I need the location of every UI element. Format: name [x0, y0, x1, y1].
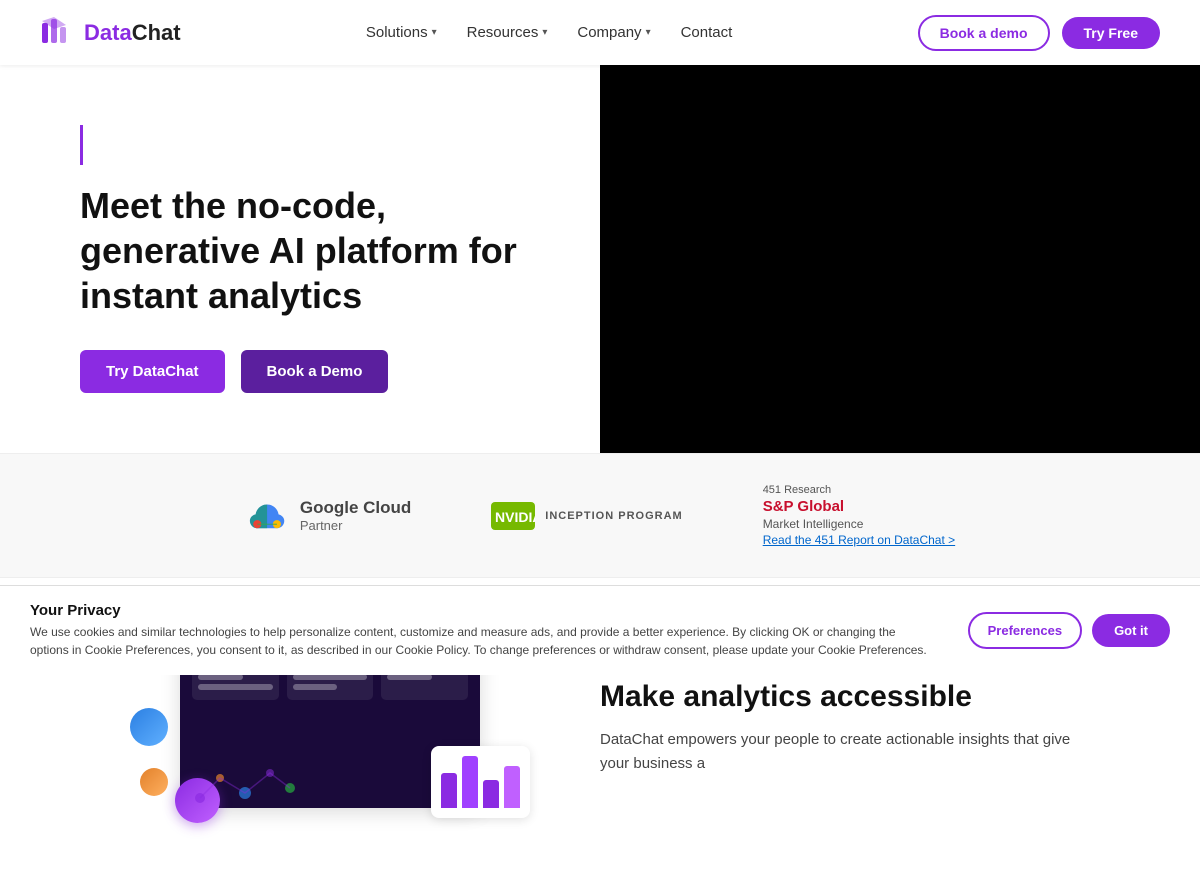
- partner-nvidia: NVIDIA INCEPTION PROGRAM: [491, 502, 682, 530]
- hero-section: Meet the no-code, generative AI platform…: [0, 65, 1200, 453]
- chevron-down-icon: ▾: [432, 27, 437, 38]
- google-cloud-text: Google Cloud Partner: [300, 498, 411, 534]
- cookie-banner: Your Privacy We use cookies and similar …: [0, 585, 1200, 675]
- nav-resources[interactable]: Resources ▾: [467, 24, 548, 41]
- svg-text:NVIDIA: NVIDIA: [495, 509, 535, 525]
- nav-actions: Book a demo Try Free: [918, 15, 1160, 51]
- nvidia-icon: NVIDIA: [491, 502, 535, 530]
- book-demo-hero-button[interactable]: Book a Demo: [241, 350, 389, 393]
- nav-company[interactable]: Company ▾: [577, 24, 650, 41]
- try-datachat-button[interactable]: Try DataChat: [80, 350, 225, 393]
- try-free-nav-button[interactable]: Try Free: [1062, 17, 1160, 49]
- partner-google-cloud: Google Cloud Partner: [245, 497, 411, 535]
- cookie-text: We use cookies and similar technologies …: [30, 623, 930, 659]
- nav-contact[interactable]: Contact: [681, 24, 733, 41]
- hero-buttons: Try DataChat Book a Demo: [80, 350, 540, 393]
- cookie-title: Your Privacy: [30, 602, 948, 619]
- preferences-button[interactable]: Preferences: [968, 612, 1082, 649]
- book-demo-nav-button[interactable]: Book a demo: [918, 15, 1050, 51]
- navbar: DataChat Solutions ▾ Resources ▾ Company…: [0, 0, 1200, 65]
- partner-sp-global: 451 Research S&P Global Market Intellige…: [763, 484, 955, 547]
- scatter-dots: [190, 758, 310, 818]
- logo-icon: [40, 15, 76, 51]
- hero-accent-bar: [80, 125, 83, 165]
- analytics-description: DataChat empowers your people to create …: [600, 728, 1080, 776]
- analytics-title: Make analytics accessible: [600, 680, 1080, 714]
- cookie-actions: Preferences Got it: [968, 612, 1170, 649]
- hero-video-area[interactable]: [600, 65, 1200, 453]
- google-cloud-logo: [245, 497, 290, 535]
- partners-bar: Google Cloud Partner NVIDIA INCEPTION PR…: [0, 453, 1200, 578]
- logo-wordmark: DataChat: [84, 20, 181, 46]
- chevron-down-icon: ▾: [542, 27, 547, 38]
- bar-chart-widget: [431, 746, 530, 818]
- float-circle-blue: [130, 708, 168, 746]
- sp-report-link[interactable]: Read the 451 Report on DataChat >: [763, 533, 955, 547]
- cookie-content: Your Privacy We use cookies and similar …: [30, 602, 948, 659]
- nav-solutions[interactable]: Solutions ▾: [366, 24, 437, 41]
- gotit-button[interactable]: Got it: [1092, 614, 1170, 647]
- nav-menu: Solutions ▾ Resources ▾ Company ▾ Contac…: [366, 24, 732, 41]
- hero-left: Meet the no-code, generative AI platform…: [0, 65, 600, 453]
- hero-title: Meet the no-code, generative AI platform…: [80, 183, 540, 318]
- float-circle-orange: [140, 768, 168, 796]
- chevron-down-icon: ▾: [646, 27, 651, 38]
- logo[interactable]: DataChat: [40, 15, 181, 51]
- analytics-text: Make analytics accessible DataChat empow…: [600, 680, 1080, 776]
